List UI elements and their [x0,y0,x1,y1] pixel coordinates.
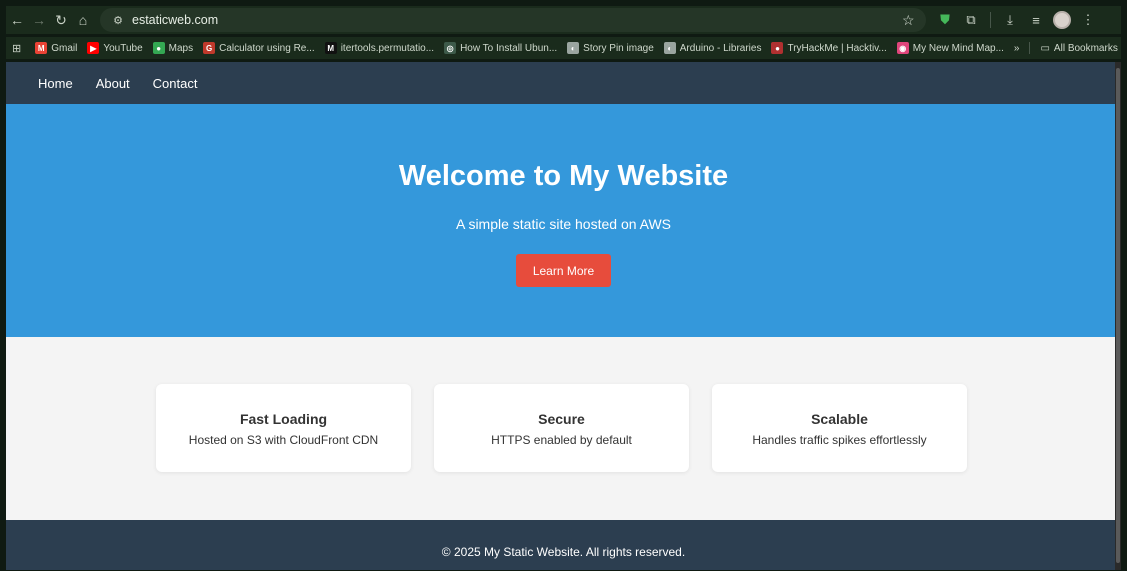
reload-icon[interactable]: ↻ [50,9,72,31]
feature-description: Handles traffic spikes effortlessly [752,433,927,447]
back-icon[interactable]: ← [6,9,28,31]
feature-card-secure: Secure HTTPS enabled by default [434,384,689,472]
bookmark-favicon-icon: ● [152,42,165,54]
bookmark-label: YouTube [103,42,143,54]
page-viewport: Home About Contact Welcome to My Website… [6,62,1121,570]
bookmark-favicon-icon: ◐ [567,42,580,54]
bookmark-label: Story Pin image [583,42,654,54]
bookmark-label: My New Mind Map... [912,42,1004,54]
browser-window: ← → ↻ ⌂ ⚙ estaticweb.com ☆ ⛊ ⧉ ⤓ ≡ ⋮ ⊞ M… [0,0,1127,571]
all-bookmarks-label: All Bookmarks [1053,42,1118,54]
nav-link-about[interactable]: About [96,76,130,91]
reading-list-icon[interactable]: ≡ [1025,9,1047,31]
bookmark-label: itertools.permutatio... [340,42,435,54]
feature-title: Fast Loading [239,411,328,427]
feature-card-fast-loading: Fast Loading Hosted on S3 with CloudFron… [156,384,411,472]
bookmark-favicon-icon: ◎ [444,42,457,54]
feature-title: Scalable [811,411,868,427]
bookmark-item[interactable]: ◎ How To Install Ubun... [444,42,557,54]
bookmark-favicon-icon: ▶ [87,42,100,54]
scrollbar-thumb[interactable] [1116,68,1120,563]
bookmark-favicon-icon: ● [771,42,784,54]
bookmark-label: Calculator using Re... [219,42,315,54]
bookmark-label: TryHackMe | Hacktiv... [787,42,887,54]
hero-title: Welcome to My Website [398,160,729,192]
bookmarks-divider-right [1029,42,1031,54]
hero-section: Welcome to My Website A simple static si… [6,104,1121,337]
shield-extension-icon[interactable]: ⛊ [934,9,956,31]
learn-more-button[interactable]: Learn More [516,254,611,287]
bookmark-item[interactable]: G Calculator using Re... [203,42,315,54]
footer-copyright: © 2025 My Static Website. All rights res… [441,545,686,559]
bookmark-item[interactable]: ● Maps [152,42,194,54]
bookmark-item[interactable]: ◐ Arduino - Libraries [663,42,762,54]
bookmark-favicon-icon: M [324,42,337,54]
feature-description: Hosted on S3 with CloudFront CDN [188,433,379,447]
site-navbar: Home About Contact [6,62,1121,104]
address-bar[interactable]: ⚙ estaticweb.com ☆ [100,8,926,32]
site-footer: © 2025 My Static Website. All rights res… [6,520,1121,570]
feature-card-scalable: Scalable Handles traffic spikes effortle… [712,384,967,472]
bookmark-star-icon[interactable]: ☆ [902,12,926,29]
bookmark-favicon-icon: ◉ [896,42,909,54]
bookmark-item[interactable]: ◉ My New Mind Map... [896,42,1004,54]
home-icon[interactable]: ⌂ [72,9,94,31]
feature-description: HTTPS enabled by default [491,433,632,447]
bookmark-item[interactable]: ▶ YouTube [87,42,143,54]
features-section: Fast Loading Hosted on S3 with CloudFron… [6,337,1121,520]
page-scrollbar[interactable] [1115,62,1121,570]
bookmark-item[interactable]: Mitertools.permutatio... [324,42,435,54]
extensions-puzzle-icon[interactable]: ⧉ [960,9,982,31]
bookmark-item[interactable]: ● TryHackMe | Hacktiv... [771,42,887,54]
hero-subtitle: A simple static site hosted on AWS [455,216,672,232]
browser-toolbar: ← → ↻ ⌂ ⚙ estaticweb.com ☆ ⛊ ⧉ ⤓ ≡ ⋮ [6,6,1121,34]
download-icon[interactable]: ⤓ [999,9,1021,31]
site-info-icon[interactable]: ⚙ [108,11,128,29]
apps-grid-icon[interactable]: ⊞ [12,42,21,55]
bookmark-label: Gmail [51,42,78,54]
profile-avatar[interactable] [1051,9,1073,31]
bookmark-label: Maps [168,42,194,54]
nav-link-home[interactable]: Home [38,76,73,91]
bookmark-favicon-icon: G [203,42,216,54]
bookmark-favicon-icon: M [35,42,48,54]
bookmark-favicon-icon: ◐ [663,42,676,54]
folder-icon: ▭ [1040,42,1050,54]
bookmark-label: Arduino - Libraries [679,42,762,54]
bookmarks-bar: ⊞ M Gmail ▶ YouTube ● Maps G Calculator using R… [6,37,1121,59]
nav-link-contact[interactable]: Contact [153,76,198,91]
toolbar-actions: ⛊ ⧉ ⤓ ≡ ⋮ [934,9,1099,31]
bookmark-list: M Gmail ▶ YouTube ● Maps G Calculator using Re.… [35,42,1014,54]
feature-title: Secure [538,411,585,427]
bookmarks-overflow: » ▭ All Bookmarks [1014,42,1121,54]
menu-kebab-icon[interactable]: ⋮ [1077,9,1099,31]
all-bookmarks-folder[interactable]: ▭ All Bookmarks [1040,43,1117,54]
more-bookmarks-chevron-icon[interactable]: » [1014,43,1020,54]
forward-icon[interactable]: → [28,9,50,31]
bookmark-item[interactable]: M Gmail [35,42,77,54]
bookmark-item[interactable]: ◐ Story Pin image [567,42,654,54]
url-text[interactable]: estaticweb.com [132,13,218,27]
toolbar-divider [990,12,991,28]
bookmark-label: How To Install Ubun... [460,42,558,54]
